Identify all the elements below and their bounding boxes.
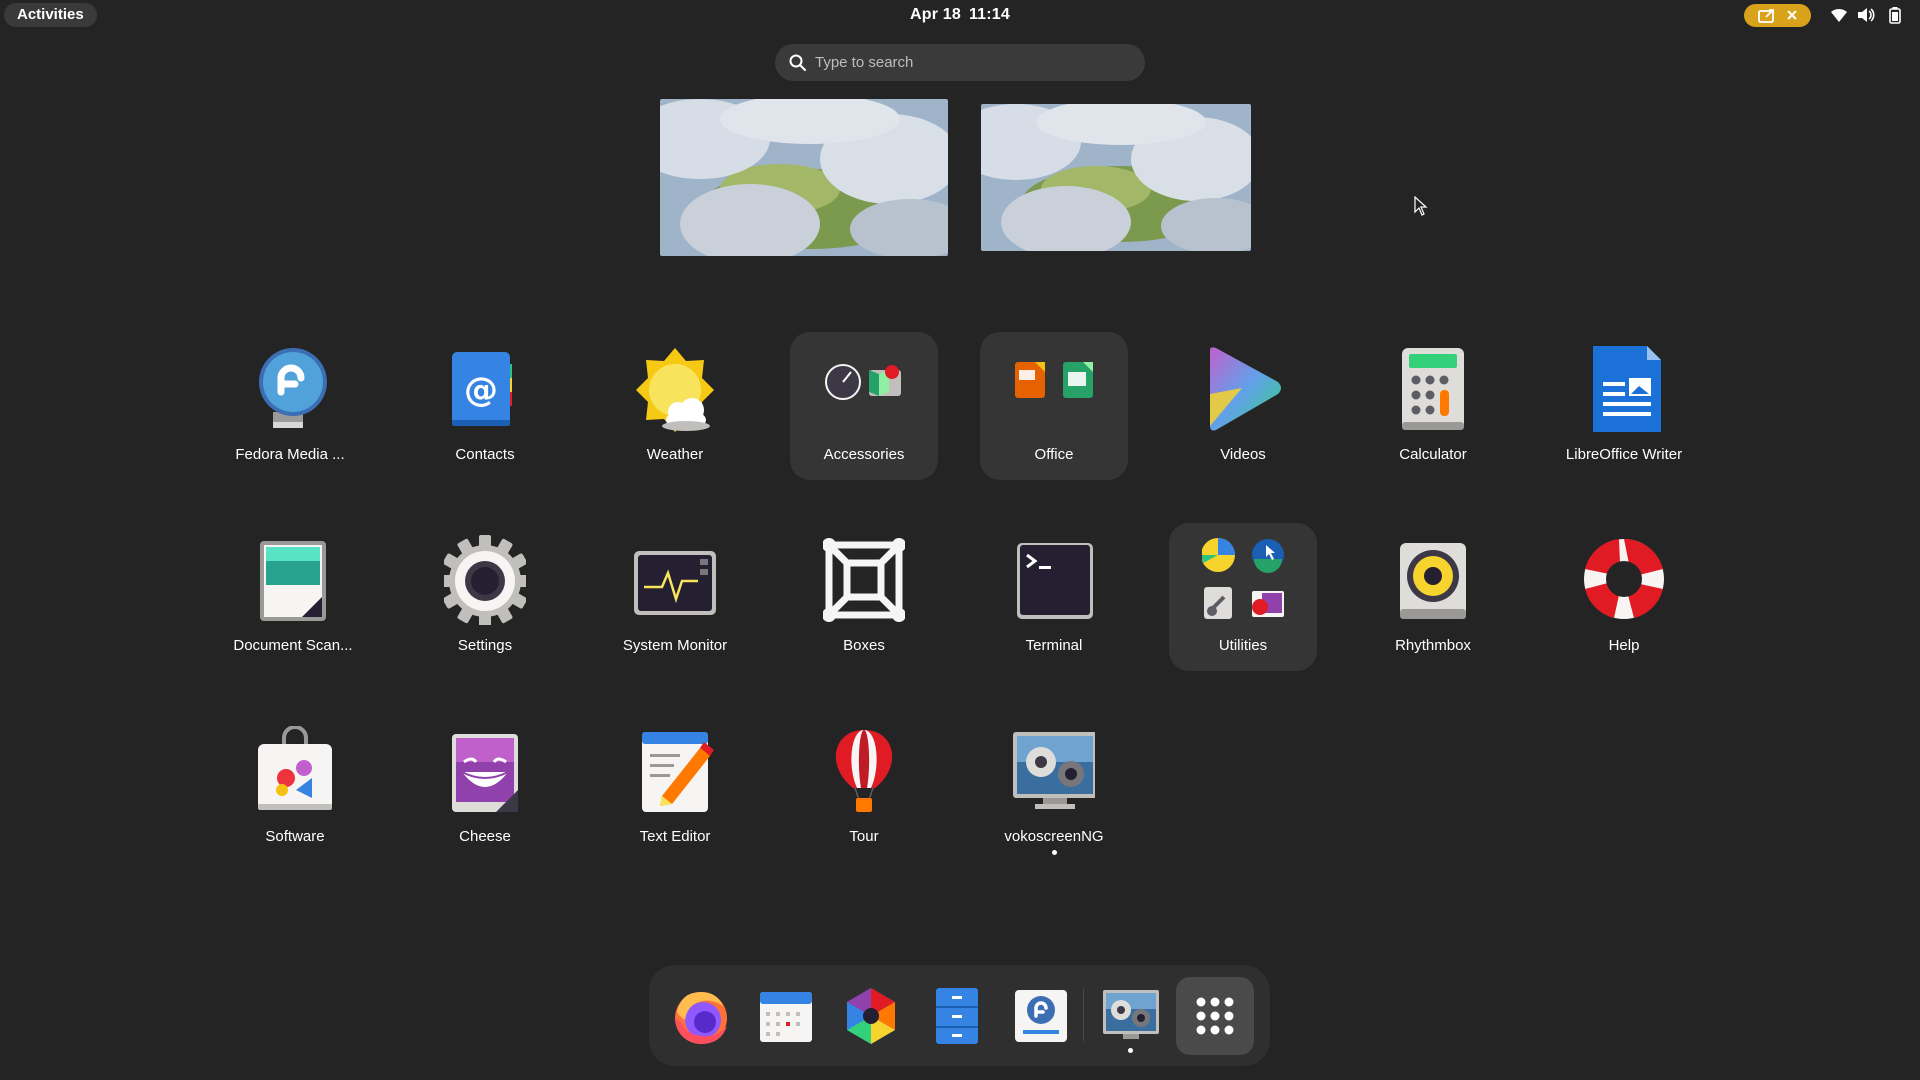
app-rhythmbox[interactable]: Rhythmbox bbox=[1359, 523, 1507, 671]
dash-photos[interactable] bbox=[832, 977, 910, 1055]
clock[interactable]: Apr 18 11:14 bbox=[860, 4, 1060, 26]
clock-date: Apr 18 bbox=[909, 6, 961, 23]
app-weather[interactable]: Weather bbox=[601, 332, 749, 480]
app-help[interactable]: Help bbox=[1550, 523, 1698, 671]
app-label: Boxes bbox=[843, 637, 885, 654]
stop-recording-icon[interactable] bbox=[1787, 10, 1797, 20]
dash bbox=[649, 965, 1270, 1066]
firefox-icon bbox=[675, 992, 727, 1044]
calendar-icon bbox=[760, 992, 812, 1042]
activities-button[interactable]: Activities bbox=[4, 3, 97, 27]
app-label: Settings bbox=[457, 637, 513, 654]
app-contacts[interactable]: @ Contacts bbox=[411, 332, 559, 480]
folder-office[interactable]: Office bbox=[980, 332, 1128, 480]
app-tour[interactable]: Tour bbox=[790, 714, 938, 862]
system-monitor-icon bbox=[634, 551, 716, 615]
show-apps-button[interactable] bbox=[1176, 977, 1254, 1055]
app-software[interactable]: Software bbox=[221, 714, 369, 862]
app-label: Contacts bbox=[455, 446, 515, 463]
dash-firefox[interactable] bbox=[662, 977, 740, 1055]
rhythmbox-icon bbox=[1400, 543, 1466, 619]
terminal-icon bbox=[1017, 543, 1093, 619]
app-vokoscreenng[interactable]: vokoscreenNG bbox=[980, 714, 1128, 862]
vokoscreenng-icon bbox=[1103, 990, 1159, 1039]
app-boxes[interactable]: Boxes bbox=[790, 523, 938, 671]
dash-calendar[interactable] bbox=[747, 977, 825, 1055]
settings-gear-icon bbox=[444, 535, 526, 625]
app-label: Office bbox=[1034, 446, 1074, 463]
app-label: Text Editor bbox=[639, 828, 711, 845]
workspace-thumbnail-2[interactable] bbox=[981, 104, 1251, 251]
running-indicator bbox=[1128, 1048, 1133, 1053]
app-label: Rhythmbox bbox=[1395, 637, 1471, 654]
calculator-icon bbox=[1402, 348, 1464, 430]
app-videos[interactable]: Videos bbox=[1169, 332, 1317, 480]
software-icon bbox=[258, 726, 332, 810]
libreoffice-writer-icon bbox=[1593, 346, 1661, 432]
app-cheese[interactable]: Cheese bbox=[411, 714, 559, 862]
fedora-media-writer-icon bbox=[1015, 990, 1067, 1042]
search-box[interactable] bbox=[775, 44, 1145, 81]
app-label: Accessories bbox=[823, 446, 905, 463]
volume-icon[interactable] bbox=[1857, 7, 1875, 23]
boxes-icon bbox=[823, 538, 905, 622]
app-label: Document Scan... bbox=[233, 637, 353, 654]
files-icon bbox=[936, 988, 978, 1044]
accessories-folder-icon bbox=[825, 364, 901, 400]
app-label: Utilities bbox=[1218, 637, 1268, 654]
contacts-icon: @ bbox=[452, 352, 512, 426]
folder-accessories[interactable]: Accessories bbox=[790, 332, 938, 480]
search-icon bbox=[789, 54, 807, 72]
photos-icon bbox=[847, 988, 895, 1044]
app-label: Software bbox=[265, 828, 325, 845]
document-scanner-icon bbox=[260, 541, 326, 621]
videos-icon bbox=[1210, 347, 1281, 431]
help-lifebuoy-icon bbox=[1584, 538, 1664, 619]
app-label: Terminal bbox=[1025, 637, 1083, 654]
cheese-icon bbox=[452, 734, 518, 812]
folder-utilities[interactable]: Utilities bbox=[1169, 523, 1317, 671]
utilities-folder-icon bbox=[1202, 538, 1284, 619]
clock-time: 11:14 bbox=[968, 6, 1011, 23]
weather-icon bbox=[636, 348, 714, 432]
app-label: Tour bbox=[849, 828, 879, 845]
wifi-icon[interactable] bbox=[1830, 7, 1848, 23]
dash-separator bbox=[1083, 989, 1084, 1041]
tour-balloon-icon bbox=[835, 730, 893, 812]
app-grid-icon bbox=[1196, 997, 1234, 1035]
app-calculator[interactable]: Calculator bbox=[1359, 332, 1507, 480]
office-folder-icon bbox=[1015, 362, 1093, 398]
app-label: Help bbox=[1608, 637, 1640, 654]
app-label: Weather bbox=[646, 446, 704, 463]
screen-record-icon bbox=[1758, 9, 1774, 23]
app-text-editor[interactable]: Text Editor bbox=[601, 714, 749, 862]
app-document-scanner[interactable]: Document Scan... bbox=[219, 523, 367, 671]
app-label: Cheese bbox=[459, 828, 511, 845]
running-indicator bbox=[1052, 850, 1057, 855]
text-editor-icon bbox=[642, 732, 714, 812]
app-label: LibreOffice Writer bbox=[1565, 446, 1683, 463]
app-label: Videos bbox=[1220, 446, 1266, 463]
app-settings[interactable]: Settings bbox=[411, 523, 559, 671]
app-system-monitor[interactable]: System Monitor bbox=[601, 523, 749, 671]
top-bar: Activities Apr 18 11:14 bbox=[0, 0, 1920, 30]
svg-text:@: @ bbox=[464, 370, 498, 410]
battery-icon[interactable] bbox=[1889, 7, 1901, 24]
dash-vokoscreenng[interactable] bbox=[1092, 977, 1170, 1055]
vokoscreenng-icon bbox=[1013, 732, 1095, 809]
fedora-media-writer-icon bbox=[259, 348, 327, 428]
app-label: vokoscreenNG bbox=[1004, 828, 1104, 845]
app-label: Fedora Media ... bbox=[235, 446, 345, 463]
dash-files[interactable] bbox=[917, 977, 995, 1055]
app-fedora-media-writer[interactable]: Fedora Media ... bbox=[216, 332, 364, 480]
screencast-indicator[interactable] bbox=[1744, 4, 1811, 27]
app-libreoffice-writer[interactable]: LibreOffice Writer bbox=[1550, 332, 1698, 480]
search-input[interactable] bbox=[815, 44, 1125, 81]
app-label: System Monitor bbox=[622, 637, 728, 654]
app-label: Calculator bbox=[1399, 446, 1467, 463]
workspace-thumbnail-1[interactable] bbox=[660, 99, 948, 256]
dash-fedora-media-writer[interactable] bbox=[1002, 977, 1080, 1055]
app-terminal[interactable]: Terminal bbox=[980, 523, 1128, 671]
mouse-cursor-icon bbox=[1414, 196, 1428, 216]
